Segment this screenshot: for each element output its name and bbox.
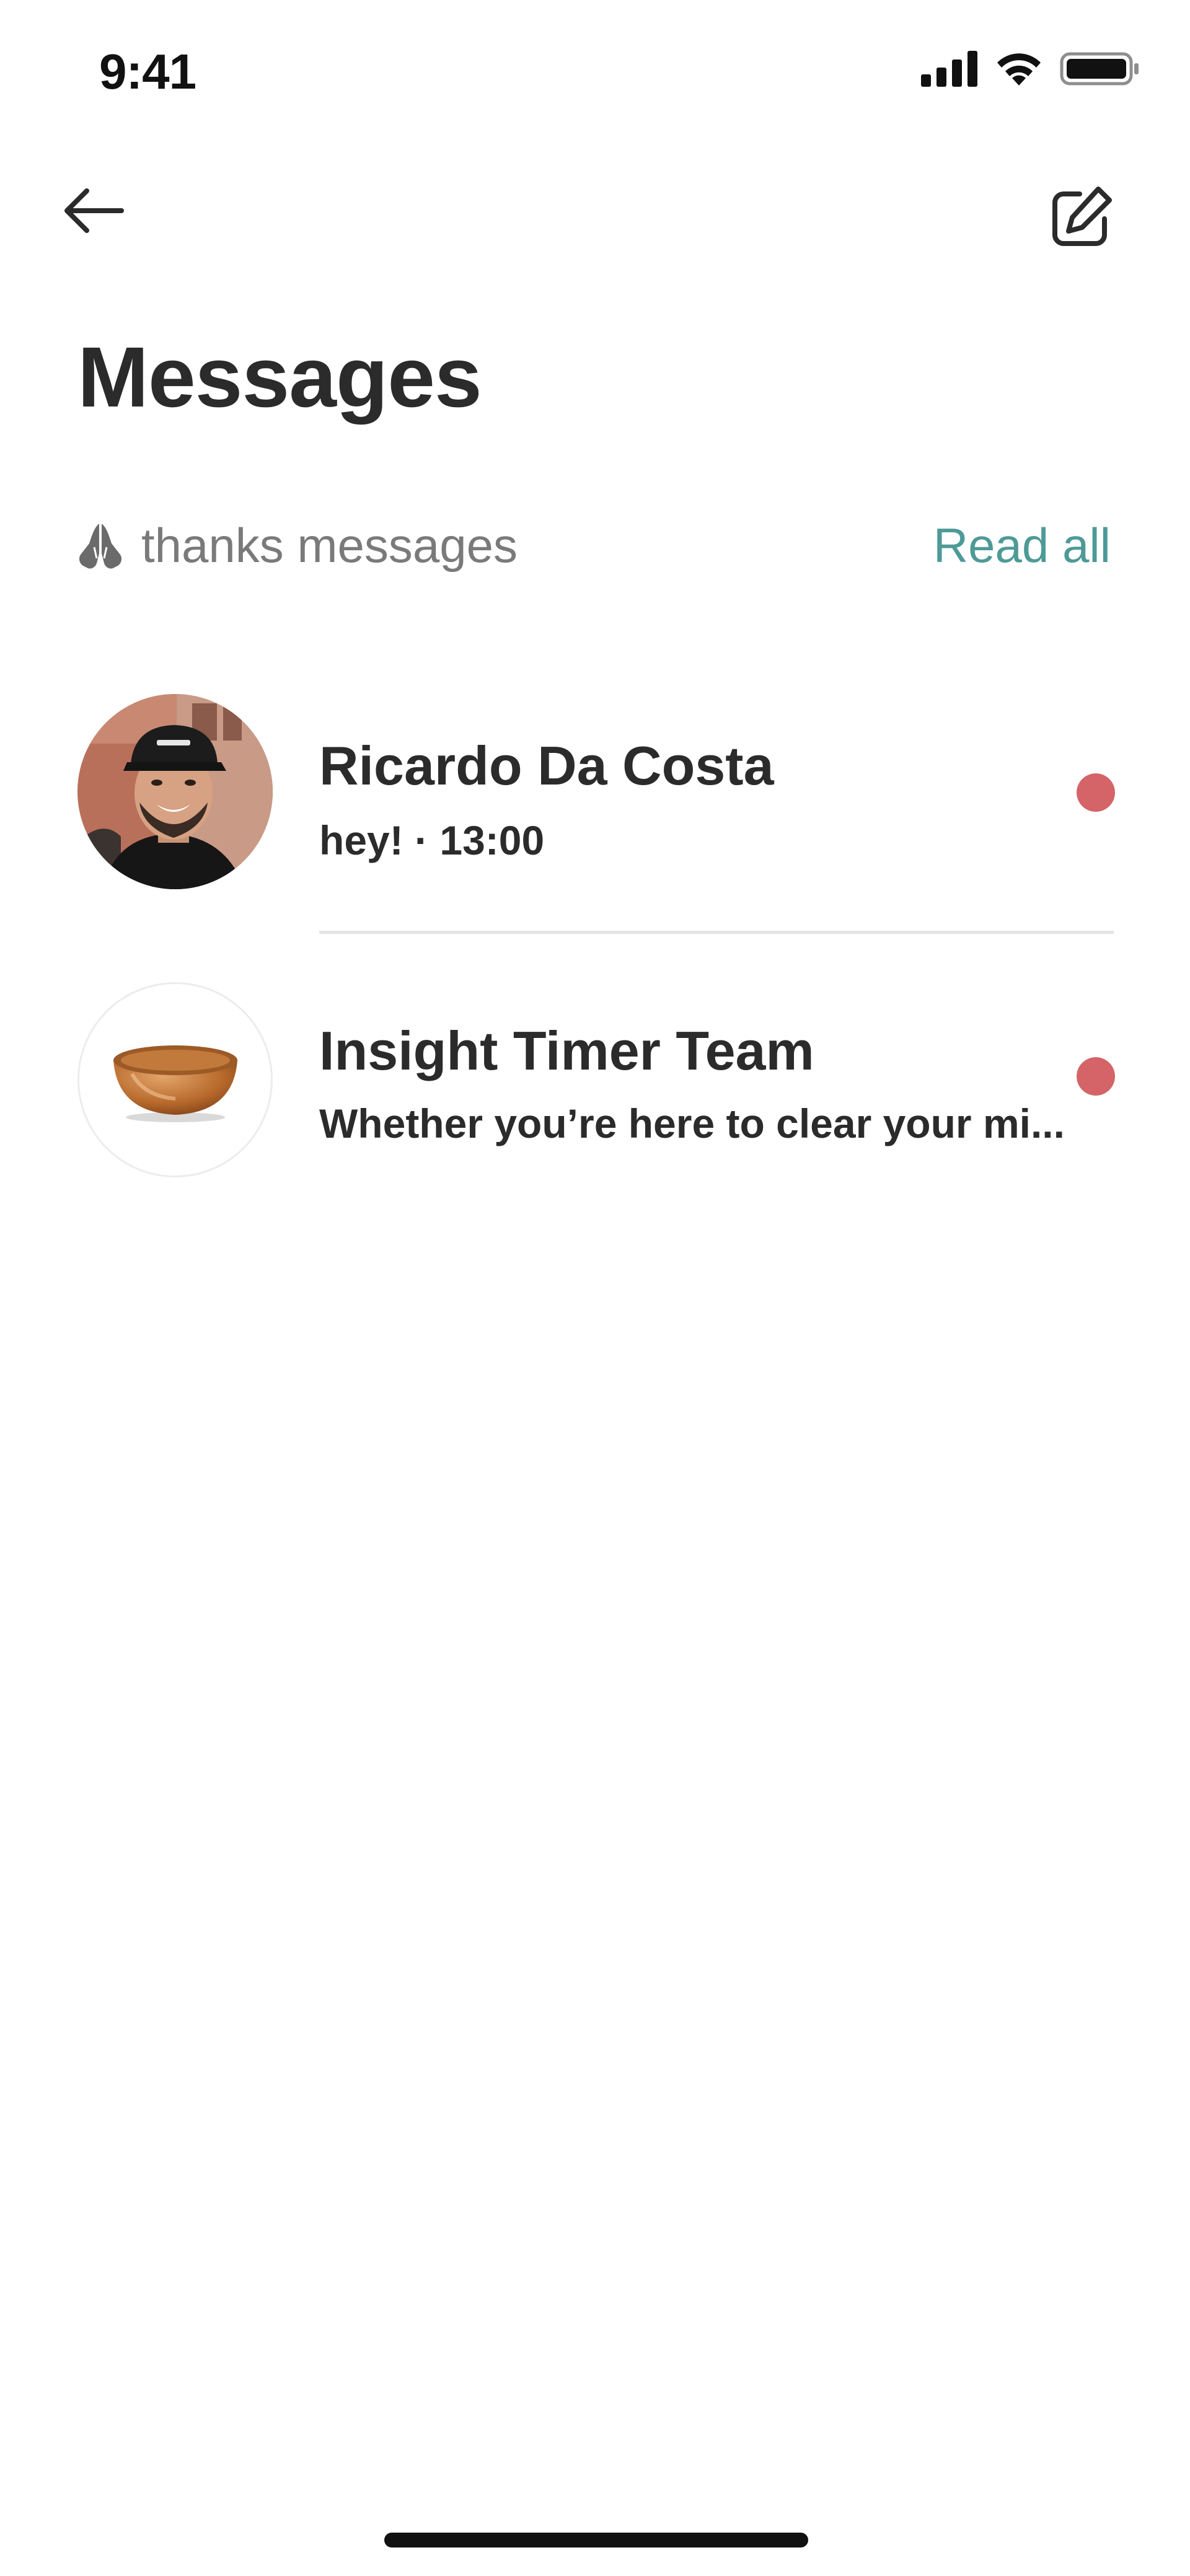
divider (319, 931, 1114, 934)
conversation-preview: Whether you’re here to clear your mi... (319, 1101, 1065, 1146)
conversation-name: Ricardo Da Costa (319, 735, 774, 796)
avatar (77, 982, 273, 1177)
singing-bowl-image (113, 1045, 237, 1122)
read-all-button[interactable]: Read all (933, 517, 1111, 574)
praying-hands-icon (79, 523, 122, 569)
compose-button[interactable] (1044, 180, 1119, 254)
status-time: 9:41 (99, 44, 196, 99)
wifi-icon (997, 53, 1041, 86)
conversation-row[interactable]: Ricardo Da Costa hey! · 13:00 (0, 688, 1190, 973)
conversation-row[interactable]: Insight Timer Team Whether you’re here t… (0, 973, 1190, 1258)
unread-indicator (1077, 1057, 1115, 1096)
back-button[interactable] (59, 177, 127, 245)
page-title: Messages (77, 330, 482, 425)
status-icons (921, 51, 1140, 87)
profile-photo (77, 694, 273, 889)
home-indicator[interactable] (384, 2533, 808, 2547)
thanks-messages-label: thanks messages (141, 518, 518, 573)
battery-icon (1060, 52, 1139, 86)
compose-icon (1052, 187, 1112, 246)
unread-indicator (1077, 773, 1115, 812)
arrow-left-icon (64, 188, 124, 233)
avatar (77, 694, 273, 889)
conversation-name: Insight Timer Team (319, 1020, 814, 1081)
signal-icon (921, 51, 977, 87)
conversation-preview: hey! · 13:00 (319, 817, 545, 863)
thanks-messages-link[interactable]: thanks messages (76, 517, 518, 574)
